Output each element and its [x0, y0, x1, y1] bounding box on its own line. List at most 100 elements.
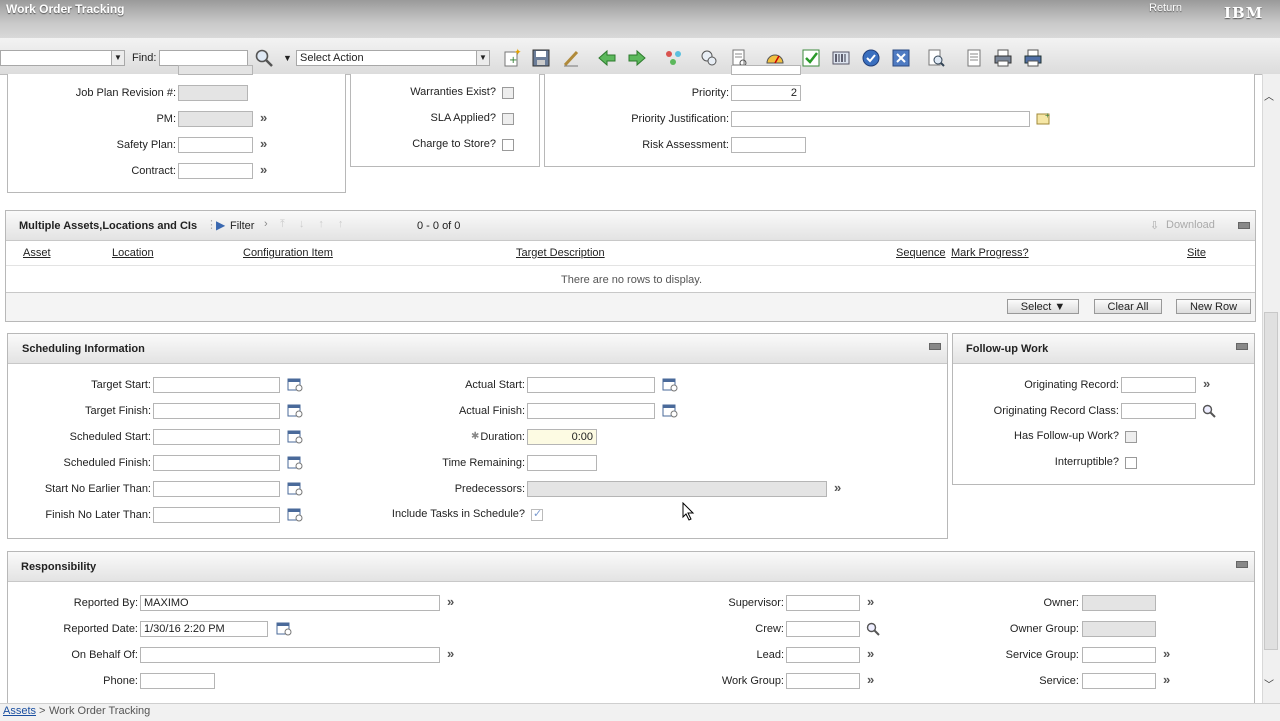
actual-start-calendar-icon[interactable] [662, 377, 678, 392]
warranties-checkbox [502, 87, 514, 99]
safety-plan-menu-icon[interactable]: » [260, 136, 267, 151]
col-asset[interactable]: Asset [23, 247, 51, 259]
select-action-arrow[interactable]: ▼ [476, 50, 490, 66]
clear-changes-icon[interactable] [561, 48, 581, 68]
actual-start-field[interactable] [527, 377, 655, 393]
supervisor-field[interactable] [786, 595, 860, 611]
target-start-calendar-icon[interactable] [287, 377, 303, 392]
view-related-icon[interactable] [699, 48, 719, 68]
select-button[interactable]: Select ▼ [1007, 299, 1079, 314]
print-attachments-icon[interactable] [1023, 48, 1043, 68]
scrollbar-thumb[interactable] [1264, 312, 1278, 650]
target-finish-calendar-icon[interactable] [287, 403, 303, 418]
service-field[interactable] [1082, 673, 1156, 689]
service-group-field[interactable] [1082, 647, 1156, 663]
scheduled-start-calendar-icon[interactable] [287, 429, 303, 444]
time-remaining-field[interactable] [527, 455, 597, 471]
select-action-dropdown[interactable]: Select Action [296, 50, 477, 66]
col-configuration-item[interactable]: Configuration Item [243, 247, 333, 259]
service-menu-icon[interactable]: » [1163, 672, 1170, 687]
scheduled-finish-field[interactable] [153, 455, 280, 471]
crew-search-icon[interactable] [866, 622, 880, 636]
crew-field[interactable] [786, 621, 860, 637]
responsibility-minimize-icon[interactable] [1236, 561, 1248, 568]
priority-field[interactable]: 2 [731, 85, 801, 101]
contract-field[interactable] [178, 163, 253, 179]
followup-minimize-icon[interactable] [1236, 343, 1248, 350]
scheduled-start-field[interactable] [153, 429, 280, 445]
reported-date-field[interactable]: 1/30/16 2:20 PM [140, 621, 268, 637]
barcode-icon[interactable] [831, 48, 851, 68]
predecessors-menu-icon[interactable]: » [834, 480, 841, 495]
find-options-icon[interactable]: ▼ [283, 53, 292, 63]
risk-assessment-field[interactable] [731, 137, 806, 153]
query-select[interactable] [0, 50, 112, 66]
list-icon[interactable] [964, 48, 984, 68]
duration-field[interactable]: 0:00 [527, 429, 597, 445]
scroll-up-icon[interactable]: ︿ [1264, 88, 1274, 103]
col-sequence[interactable]: Sequence [896, 247, 946, 259]
new-record-icon[interactable]: +✦ [502, 48, 522, 68]
interruptible-checkbox[interactable] [1125, 457, 1137, 469]
find-input[interactable] [159, 50, 248, 66]
svg-text:✦: ✦ [514, 48, 522, 57]
originating-record-menu-icon[interactable]: » [1203, 376, 1210, 391]
contract-menu-icon[interactable]: » [260, 162, 267, 177]
work-group-menu-icon[interactable]: » [867, 672, 874, 687]
filter-link[interactable]: Filter [230, 220, 254, 232]
return-link[interactable]: Return [1149, 2, 1182, 14]
actual-finish-field[interactable] [527, 403, 655, 419]
scheduled-finish-calendar-icon[interactable] [287, 455, 303, 470]
filter-icon[interactable]: ▶ [216, 218, 225, 232]
previous-record-icon[interactable] [597, 48, 617, 68]
reported-date-calendar-icon[interactable] [276, 621, 292, 636]
col-target-description[interactable]: Target Description [516, 247, 605, 259]
approve-icon[interactable] [801, 48, 821, 68]
col-site[interactable]: Site [1187, 247, 1206, 259]
filter-expand-icon[interactable]: › [264, 218, 268, 230]
breadcrumb-assets-link[interactable]: Assets [3, 705, 36, 717]
on-behalf-of-menu-icon[interactable]: » [447, 646, 454, 661]
start-no-earlier-calendar-icon[interactable] [287, 481, 303, 496]
on-behalf-of-field[interactable] [140, 647, 440, 663]
target-start-field[interactable] [153, 377, 280, 393]
priority-justification-field[interactable] [731, 111, 1030, 127]
find-search-icon[interactable] [254, 48, 274, 68]
supervisor-menu-icon[interactable]: » [867, 594, 874, 609]
complete-icon[interactable] [861, 48, 881, 68]
reported-by-field[interactable]: MAXIMO [140, 595, 440, 611]
cancel-icon[interactable] [891, 48, 911, 68]
new-row-button[interactable]: New Row [1176, 299, 1251, 314]
lead-menu-icon[interactable]: » [867, 646, 874, 661]
search-doc-icon[interactable] [926, 48, 946, 68]
lead-field[interactable] [786, 647, 860, 663]
next-record-icon[interactable] [627, 48, 647, 68]
query-dropdown-button[interactable]: ▼ [111, 50, 125, 66]
finish-no-later-calendar-icon[interactable] [287, 507, 303, 522]
safety-plan-field[interactable] [178, 137, 253, 153]
originating-class-search-icon[interactable] [1202, 404, 1216, 418]
actual-finish-calendar-icon[interactable] [662, 403, 678, 418]
phone-field[interactable] [140, 673, 215, 689]
col-mark-progress[interactable]: Mark Progress? [951, 247, 1029, 259]
save-icon[interactable] [531, 48, 551, 68]
include-tasks-checkbox[interactable]: ✓ [531, 508, 543, 521]
minimize-icon[interactable] [1238, 222, 1250, 229]
originating-record-class-field[interactable] [1121, 403, 1196, 419]
scroll-down-icon[interactable]: ﹀ [1264, 676, 1274, 691]
reported-by-menu-icon[interactable]: » [447, 594, 454, 609]
work-group-field[interactable] [786, 673, 860, 689]
print-icon[interactable] [993, 48, 1013, 68]
long-description-icon[interactable]: + [1036, 111, 1052, 126]
route-workflow-icon[interactable] [664, 48, 684, 68]
pm-menu-icon[interactable]: » [260, 110, 267, 125]
finish-no-later-field[interactable] [153, 507, 280, 523]
start-no-earlier-field[interactable] [153, 481, 280, 497]
originating-record-field[interactable] [1121, 377, 1196, 393]
target-finish-field[interactable] [153, 403, 280, 419]
charge-store-checkbox[interactable] [502, 139, 514, 151]
col-location[interactable]: Location [112, 247, 154, 259]
service-group-menu-icon[interactable]: » [1163, 646, 1170, 661]
scheduling-minimize-icon[interactable] [929, 343, 941, 350]
clear-all-button[interactable]: Clear All [1094, 299, 1162, 314]
